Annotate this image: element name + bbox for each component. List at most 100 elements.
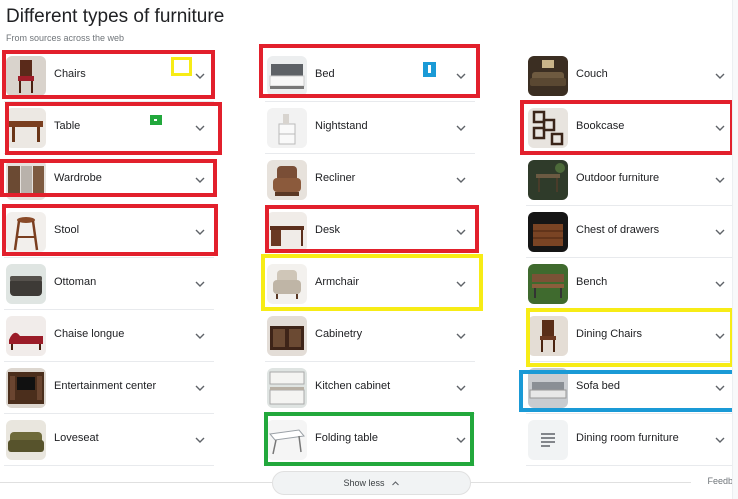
list-item-entertainment-center[interactable]: Entertainment center	[4, 362, 214, 414]
list-item-couch[interactable]: Couch	[526, 50, 734, 102]
item-label-entertainment-center: Entertainment center	[54, 380, 157, 392]
item-label-outdoor-furniture: Outdoor furniture	[576, 172, 660, 184]
list-item-stool[interactable]: Stool	[4, 206, 214, 258]
list-item-bookcase[interactable]: Bookcase	[526, 102, 734, 154]
list-item-dining-chairs[interactable]: Dining Chairs	[526, 310, 734, 362]
list-item-chest-of-drawers[interactable]: Chest of drawers	[526, 206, 734, 258]
furniture-column-3: Couch Bookcase Outdoor furniture Chest o…	[526, 50, 734, 466]
chevron-down-icon[interactable]	[455, 434, 467, 446]
item-label-recliner: Recliner	[315, 172, 356, 184]
document-icon	[528, 420, 568, 460]
item-label-sofa-bed: Sofa bed	[576, 380, 621, 392]
list-item-recliner[interactable]: Recliner	[265, 154, 475, 206]
page-title: Different types of furniture	[6, 6, 225, 27]
armchair-thumbnail	[267, 264, 307, 304]
item-label-folding-table: Folding table	[315, 432, 378, 444]
list-item-sofa-bed[interactable]: Sofa bed	[526, 362, 734, 414]
chevron-down-icon[interactable]	[194, 330, 206, 342]
chevron-down-icon[interactable]	[455, 382, 467, 394]
chevron-down-icon[interactable]	[714, 382, 726, 394]
list-item-table[interactable]: Table	[4, 102, 214, 154]
chevron-down-icon[interactable]	[714, 330, 726, 342]
chevron-down-icon[interactable]	[714, 70, 726, 82]
footer-divider-left	[0, 482, 272, 483]
item-label-chest-of-drawers: Chest of drawers	[576, 224, 660, 236]
list-item-nightstand[interactable]: Nightstand	[265, 102, 475, 154]
list-item-folding-table[interactable]: Folding table	[265, 414, 475, 466]
entertainment-center-thumbnail	[6, 368, 46, 408]
list-item-wardrobe[interactable]: Wardrobe	[4, 154, 214, 206]
item-label-cabinetry: Cabinetry	[315, 328, 363, 340]
chevron-down-icon[interactable]	[194, 174, 206, 186]
nightstand-thumbnail	[267, 108, 307, 148]
chaise-longue-thumbnail	[6, 316, 46, 356]
chevron-down-icon[interactable]	[455, 226, 467, 238]
list-item-armchair[interactable]: Armchair	[265, 258, 475, 310]
item-label-bookcase: Bookcase	[576, 120, 625, 132]
cabinetry-thumbnail	[267, 316, 307, 356]
chevron-down-icon[interactable]	[194, 278, 206, 290]
chevron-down-icon[interactable]	[194, 434, 206, 446]
couch-thumbnail	[528, 56, 568, 96]
chevron-down-icon[interactable]	[455, 122, 467, 134]
list-item-bench[interactable]: Bench	[526, 258, 734, 310]
stool-thumbnail	[6, 212, 46, 252]
chevron-down-icon[interactable]	[714, 174, 726, 186]
chevron-down-icon[interactable]	[455, 174, 467, 186]
item-label-bed: Bed	[315, 68, 335, 80]
item-label-ottoman: Ottoman	[54, 276, 97, 288]
folding-table-thumbnail	[267, 420, 307, 460]
chevron-down-icon[interactable]	[455, 330, 467, 342]
bookcase-thumbnail	[528, 108, 568, 148]
furniture-column-1: Chairs Table Wardrobe Stool Ottoman Chai…	[4, 50, 214, 466]
item-label-bench: Bench	[576, 276, 608, 288]
wardrobe-thumbnail	[6, 160, 46, 200]
item-label-chairs: Chairs	[54, 68, 86, 80]
item-label-nightstand: Nightstand	[315, 120, 368, 132]
ottoman-thumbnail	[6, 264, 46, 304]
page-subtitle: From sources across the web	[6, 33, 125, 43]
list-item-desk[interactable]: Desk	[265, 206, 475, 258]
bed-thumbnail	[267, 56, 307, 96]
chevron-down-icon[interactable]	[714, 278, 726, 290]
item-label-loveseat: Loveseat	[54, 432, 99, 444]
chevron-down-icon[interactable]	[194, 70, 206, 82]
item-label-dining-room-furniture: Dining room furniture	[576, 432, 679, 444]
list-item-ottoman[interactable]: Ottoman	[4, 258, 214, 310]
list-item-kitchen-cabinet[interactable]: Kitchen cabinet	[265, 362, 475, 414]
kitchen-cabinet-thumbnail	[267, 368, 307, 408]
bench-thumbnail	[528, 264, 568, 304]
chevron-down-icon[interactable]	[194, 226, 206, 238]
chevron-down-icon[interactable]	[455, 70, 467, 82]
loveseat-thumbnail	[6, 420, 46, 460]
chevron-down-icon[interactable]	[714, 122, 726, 134]
show-less-label: Show less	[343, 478, 385, 488]
list-item-dining-room-furniture[interactable]: Dining room furniture	[526, 414, 734, 466]
chevron-down-icon[interactable]	[714, 434, 726, 446]
footer-divider-right	[471, 482, 691, 483]
list-item-loveseat[interactable]: Loveseat	[4, 414, 214, 466]
item-label-couch: Couch	[576, 68, 608, 80]
chevron-down-icon[interactable]	[194, 122, 206, 134]
list-item-outdoor-furniture[interactable]: Outdoor furniture	[526, 154, 734, 206]
chevron-down-icon[interactable]	[194, 382, 206, 394]
chevron-up-icon	[391, 480, 399, 485]
scrollbar-track[interactable]	[732, 0, 738, 499]
item-label-armchair: Armchair	[315, 276, 360, 288]
item-label-wardrobe: Wardrobe	[54, 172, 102, 184]
table-thumbnail	[6, 108, 46, 148]
recliner-thumbnail	[267, 160, 307, 200]
outdoor-furniture-thumbnail	[528, 160, 568, 200]
show-less-button[interactable]: Show less	[272, 471, 471, 495]
item-label-kitchen-cabinet: Kitchen cabinet	[315, 380, 391, 392]
chevron-down-icon[interactable]	[455, 278, 467, 290]
list-item-chaise-longue[interactable]: Chaise longue	[4, 310, 214, 362]
chevron-down-icon[interactable]	[714, 226, 726, 238]
sofa-bed-thumbnail	[528, 368, 568, 408]
list-item-cabinetry[interactable]: Cabinetry	[265, 310, 475, 362]
list-item-bed[interactable]: Bed	[265, 50, 475, 102]
chest-of-drawers-thumbnail	[528, 212, 568, 252]
item-label-dining-chairs: Dining Chairs	[576, 328, 643, 340]
item-label-table: Table	[54, 120, 81, 132]
list-item-chairs[interactable]: Chairs	[4, 50, 214, 102]
